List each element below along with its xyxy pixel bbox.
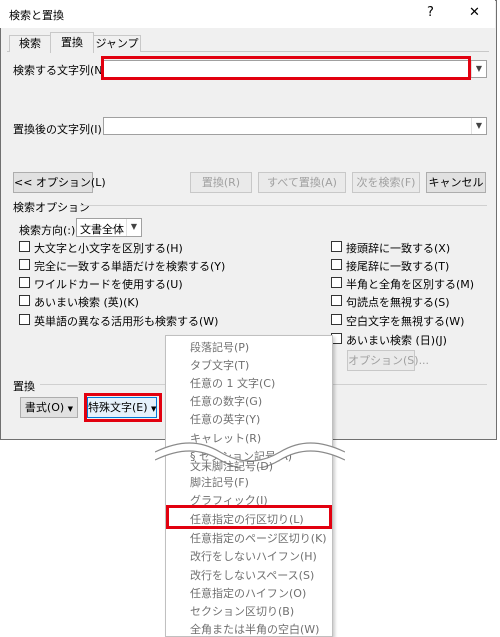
direction-label: 検索方向(:) bbox=[19, 224, 76, 237]
checkbox-wildcards[interactable] bbox=[19, 277, 30, 288]
menu-item-footnote[interactable]: 脚注記号(F) bbox=[190, 474, 249, 490]
menu-item-nonbreaking-hyphen[interactable]: 改行をしないハイフン(H) bbox=[190, 548, 317, 564]
search-options-heading: 検索オプション bbox=[13, 201, 90, 214]
title-bar bbox=[0, 0, 495, 28]
chevron-down-icon[interactable]: ▼ bbox=[471, 118, 486, 134]
menu-item-optional-hyphen[interactable]: 任意指定のハイフン(O) bbox=[190, 585, 306, 601]
chevron-down-icon[interactable]: ▼ bbox=[471, 61, 486, 77]
menu-item-white-space[interactable]: 全角または半角の空白(W) bbox=[190, 621, 319, 637]
window-title: 検索と置換 bbox=[9, 9, 64, 22]
menu-item-any-digit[interactable]: 任意の数字(G) bbox=[190, 393, 262, 409]
checkbox-label: ワイルドカードを使用する(U) bbox=[34, 278, 183, 291]
format-button[interactable]: 書式(O) ▼ bbox=[20, 397, 78, 418]
checkbox-prefix[interactable] bbox=[331, 241, 342, 252]
cancel-button[interactable]: キャンセル bbox=[426, 172, 486, 193]
fuzzy-options-button[interactable]: オプション(S)... bbox=[347, 350, 429, 371]
checkbox-fuzzy-en[interactable] bbox=[19, 295, 30, 306]
section-divider bbox=[80, 205, 487, 206]
menu-item-any-char[interactable]: 任意の 1 文字(C) bbox=[190, 375, 275, 391]
menu-item-section-break[interactable]: セクション区切り(B) bbox=[190, 603, 294, 619]
checkbox-label: 完全に一致する単語だけを検索する(Y) bbox=[34, 260, 226, 273]
replace-label: 置換後の文字列(I): bbox=[13, 123, 106, 136]
checkbox-label: 大文字と小文字を区別する(H) bbox=[34, 242, 183, 255]
replace-section-heading: 置換 bbox=[13, 380, 35, 393]
checkbox-word-forms[interactable] bbox=[19, 314, 30, 325]
line-break-highlight bbox=[166, 505, 332, 529]
checkbox-ignore-space[interactable] bbox=[331, 314, 342, 325]
checkbox-label: 接頭辞に一致する(X) bbox=[346, 242, 451, 255]
menu-item-any-letter[interactable]: 任意の英字(Y) bbox=[190, 411, 260, 427]
chevron-down-icon[interactable]: ▼ bbox=[126, 219, 141, 236]
checkbox-match-case[interactable] bbox=[19, 241, 30, 252]
tab-find[interactable]: 検索 bbox=[9, 35, 51, 52]
menu-item-page-break[interactable]: 任意指定のページ区切り(K) bbox=[190, 530, 327, 546]
tab-replace[interactable]: 置換 bbox=[50, 32, 94, 53]
special-button-highlight bbox=[84, 393, 162, 422]
menu-item-nonbreaking-space[interactable]: 改行をしないスペース(S) bbox=[190, 567, 314, 583]
find-input-highlight bbox=[101, 56, 471, 80]
close-icon[interactable]: ✕ bbox=[469, 4, 480, 22]
checkbox-whole-word[interactable] bbox=[19, 259, 30, 270]
checkbox-label: 半角と全角を区別する(M) bbox=[346, 278, 475, 291]
menu-item-tab[interactable]: タブ文字(T) bbox=[190, 357, 249, 373]
find-label: 検索する文字列(N): bbox=[13, 64, 111, 77]
checkbox-label: 空白文字を無視する(W) bbox=[346, 315, 465, 328]
menu-item-paragraph-mark[interactable]: 段落記号(P) bbox=[190, 339, 249, 355]
checkbox-suffix[interactable] bbox=[331, 259, 342, 270]
direction-value: 文書全体 bbox=[80, 223, 124, 236]
help-icon[interactable]: ? bbox=[427, 4, 434, 22]
replace-input[interactable]: ▼ bbox=[103, 117, 487, 135]
checkbox-label: 句読点を無視する(S) bbox=[346, 296, 450, 309]
replace-button[interactable]: 置換(R) bbox=[190, 172, 252, 193]
replace-all-button[interactable]: すべて置換(A) bbox=[258, 172, 346, 193]
checkbox-label: 英単語の異なる活用形も検索する(W) bbox=[34, 315, 219, 328]
menu-item-endnote[interactable]: 文末脚注記号(D) bbox=[190, 458, 273, 474]
checkbox-label: あいまい検索 (英)(K) bbox=[34, 296, 139, 309]
format-button-label: 書式(O) bbox=[24, 401, 65, 414]
checkbox-label: あいまい検索 (日)(J) bbox=[346, 334, 447, 347]
checkbox-ignore-punct[interactable] bbox=[331, 295, 342, 306]
checkbox-width[interactable] bbox=[331, 277, 342, 288]
tab-goto[interactable]: ジャンプ bbox=[93, 35, 141, 52]
checkbox-label: 接尾辞に一致する(T) bbox=[346, 260, 450, 273]
direction-select[interactable]: 文書全体 ▼ bbox=[76, 218, 142, 237]
options-toggle-button[interactable]: << オプション(L) bbox=[13, 172, 106, 193]
find-next-button[interactable]: 次を検索(F) bbox=[352, 172, 420, 193]
caret-down-icon: ▼ bbox=[67, 405, 74, 413]
